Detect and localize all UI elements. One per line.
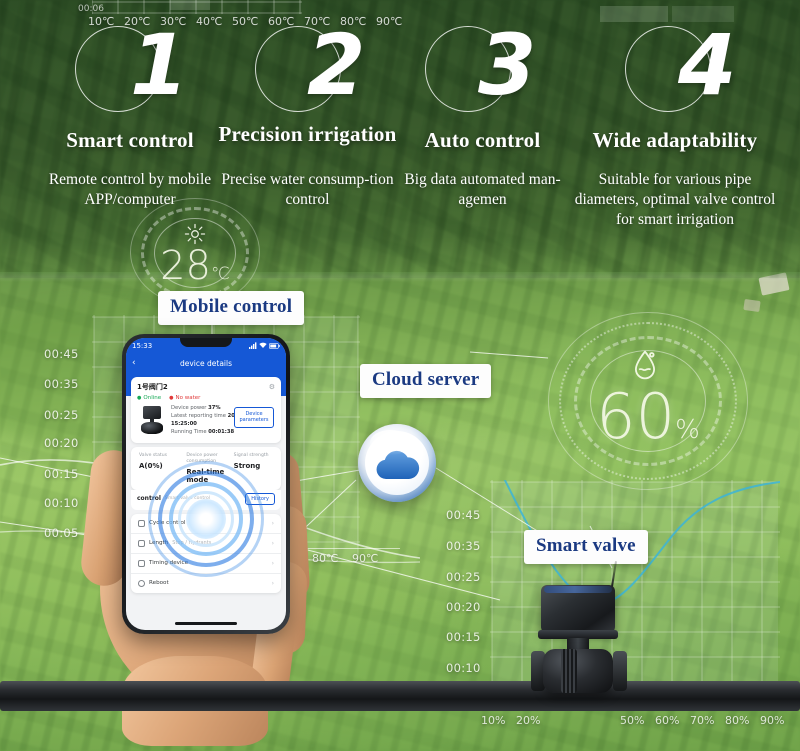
feature-list: 1 Smart control Remote control by mobile…	[0, 18, 800, 268]
home-indicator	[175, 622, 237, 625]
smartphone[interactable]: 15:33 ‹ device details 1号阀门2 ⚙ ● Online …	[122, 334, 290, 634]
feature-number-1: 1	[130, 16, 189, 114]
device-thumbnail	[137, 404, 167, 438]
feature-desc-1: Remote control by mobile APP/computer	[48, 171, 212, 208]
wifi-icon	[259, 342, 267, 349]
chevron-right-icon: ›	[271, 539, 274, 547]
callout-cloud-server[interactable]: Cloud server	[360, 364, 492, 398]
device-field-label-2: Running Time	[171, 429, 207, 436]
length-icon	[138, 539, 145, 547]
phone-body: 15:33 ‹ device details 1号阀门2 ⚙ ● Online …	[122, 334, 290, 634]
status-no-water: No water	[169, 395, 201, 401]
callout-mobile-control[interactable]: Mobile control	[158, 291, 305, 325]
app-nav-bar: ‹ device details	[126, 353, 286, 373]
feature-title-4: Wide adaptability	[592, 128, 758, 152]
status-online: Online	[137, 395, 161, 401]
device-status-pills: Online No water	[137, 395, 275, 401]
stat-valve-status: Valve status A(0%)	[139, 453, 167, 470]
status-bar-time: 15:33	[132, 341, 153, 350]
feature-title-3: Auto control	[424, 128, 541, 152]
callout-smart-valve[interactable]: Smart valve	[524, 530, 648, 564]
device-field-label-0: Device power	[171, 405, 207, 411]
menu-item-cycle-control[interactable]: Cycle control ›	[131, 514, 281, 534]
chevron-right-icon: ›	[271, 519, 274, 527]
menu-item-reboot[interactable]: Reboot ›	[131, 574, 281, 593]
signal-icon	[249, 342, 257, 349]
device-stats-panel: Valve status A(0%) Device power consumpt…	[131, 447, 281, 490]
timer-icon	[138, 559, 145, 567]
cycle-icon	[138, 519, 145, 527]
control-row: control Smart valve control History	[131, 489, 281, 510]
water-pipe	[0, 681, 800, 711]
phone-screen[interactable]: 15:33 ‹ device details 1号阀门2 ⚙ ● Online …	[126, 338, 286, 630]
feature-desc-3: Big data automated man-agemen	[404, 171, 561, 208]
control-sublabel: Smart valve control	[164, 496, 211, 502]
device-card: 1号阀门2 ⚙ Online No water Device power 37%	[131, 377, 281, 443]
history-button[interactable]: History	[245, 492, 275, 505]
settings-menu: Cycle control › Length Stop / Hydrants ›…	[131, 513, 281, 593]
smart-valve-product	[525, 561, 643, 695]
axis-label-left-partial: 00:06	[78, 4, 104, 14]
feature-title-1: Smart control	[66, 128, 194, 152]
valve-ball-housing	[543, 649, 613, 693]
stat-power-consumption: Device power consumption Real-time mode	[186, 453, 225, 484]
top-temperature-grid	[92, 0, 302, 14]
menu-item-length[interactable]: Length Stop / Hydrants ›	[131, 534, 281, 554]
cloud-server-badge[interactable]	[358, 424, 436, 502]
chevron-right-icon: ›	[271, 579, 274, 587]
product-infographic: 00:06 10℃ 20℃ 30℃ 40℃ 50℃ 60℃ 70℃ 80℃ 90…	[0, 0, 800, 751]
feature-title-2: Precision irrigation	[218, 122, 397, 146]
chevron-right-icon: ›	[271, 559, 274, 567]
feature-number-4: 4	[678, 16, 737, 114]
valve-actuator-label	[544, 586, 612, 593]
feature-number-3: 3	[478, 16, 537, 114]
device-field-label-1: Latest reporting time	[171, 413, 226, 420]
feature-desc-2: Precise water consump-tion control	[221, 171, 394, 208]
panel-seam	[0, 272, 800, 282]
control-label: control	[137, 495, 161, 503]
battery-icon	[269, 342, 280, 349]
feature-desc-4: Suitable for various pipe diameters, opt…	[574, 171, 776, 228]
device-parameters-button[interactable]: Device parameters	[234, 407, 274, 428]
device-field-value-0: 37%	[208, 405, 221, 411]
valve-union-nut	[561, 649, 577, 693]
back-arrow-icon[interactable]: ‹	[132, 358, 136, 368]
device-name: 1号阀门2	[137, 383, 168, 391]
gear-icon[interactable]: ⚙	[269, 383, 275, 391]
reboot-icon	[138, 579, 145, 587]
stat-signal-strength: Signal strength Strong	[233, 453, 269, 470]
phone-notch	[180, 338, 232, 347]
app-title: device details	[179, 358, 232, 368]
feature-number-2: 2	[307, 16, 366, 114]
menu-item-timing-device[interactable]: Timing device ›	[131, 554, 281, 574]
valve-flange-right	[613, 651, 627, 691]
device-field-value-2: 00:01:38	[208, 429, 235, 436]
